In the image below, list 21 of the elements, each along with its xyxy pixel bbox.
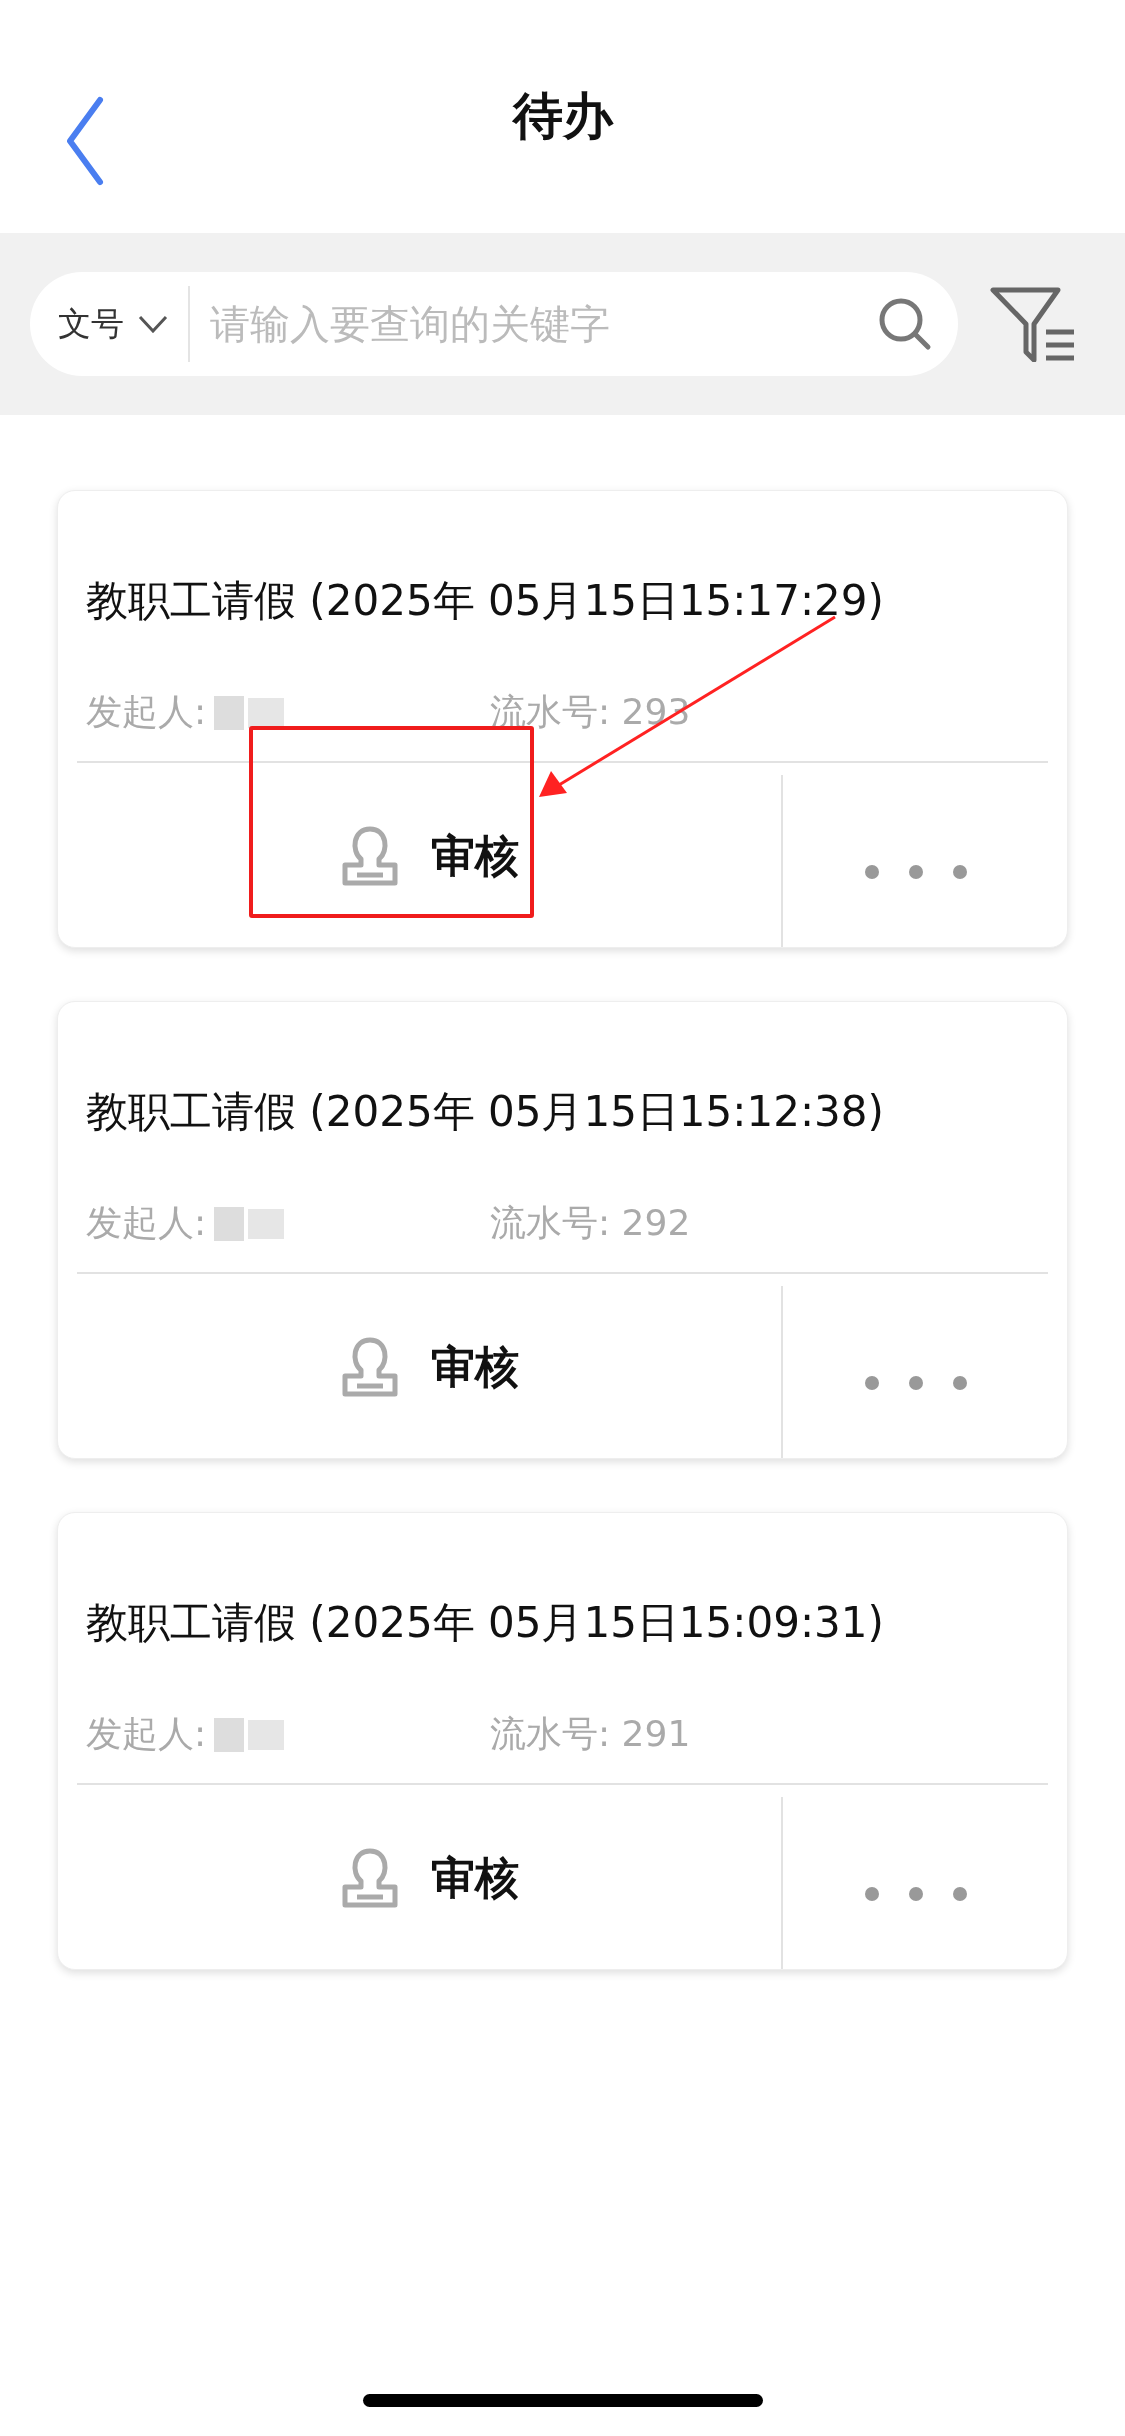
back-icon[interactable] (64, 96, 104, 186)
task-title: 教职工请假 (2025年 05月15日15:12:38) (85, 1086, 885, 1138)
initiator-label: 发起人: (86, 689, 207, 734)
audit-button[interactable]: 审核 (77, 1797, 781, 1969)
audit-button[interactable]: 审核 (77, 1286, 781, 1458)
search-field[interactable]: 文号 请输入要查询的关键字 (30, 272, 958, 376)
more-icon (863, 1374, 968, 1391)
filter-icon[interactable] (990, 286, 1076, 362)
more-icon (863, 863, 968, 880)
serial-number: 流水号: 291 (490, 1711, 691, 1756)
scope-dropdown[interactable]: 文号 (58, 301, 124, 347)
audit-button[interactable]: 审核 (77, 775, 781, 947)
more-icon (863, 1885, 968, 1902)
task-title: 教职工请假 (2025年 05月15日15:09:31) (85, 1597, 885, 1649)
initiator-label: 发起人: (86, 1200, 207, 1245)
initiator-label: 发起人: (86, 1711, 207, 1756)
task-title: 教职工请假 (2025年 05月15日15:17:29) (85, 575, 885, 627)
serial-number: 流水号: 292 (490, 1200, 691, 1245)
chevron-down-icon (138, 315, 168, 333)
page-title: 待办 (512, 86, 613, 147)
search-icon[interactable] (878, 297, 932, 351)
